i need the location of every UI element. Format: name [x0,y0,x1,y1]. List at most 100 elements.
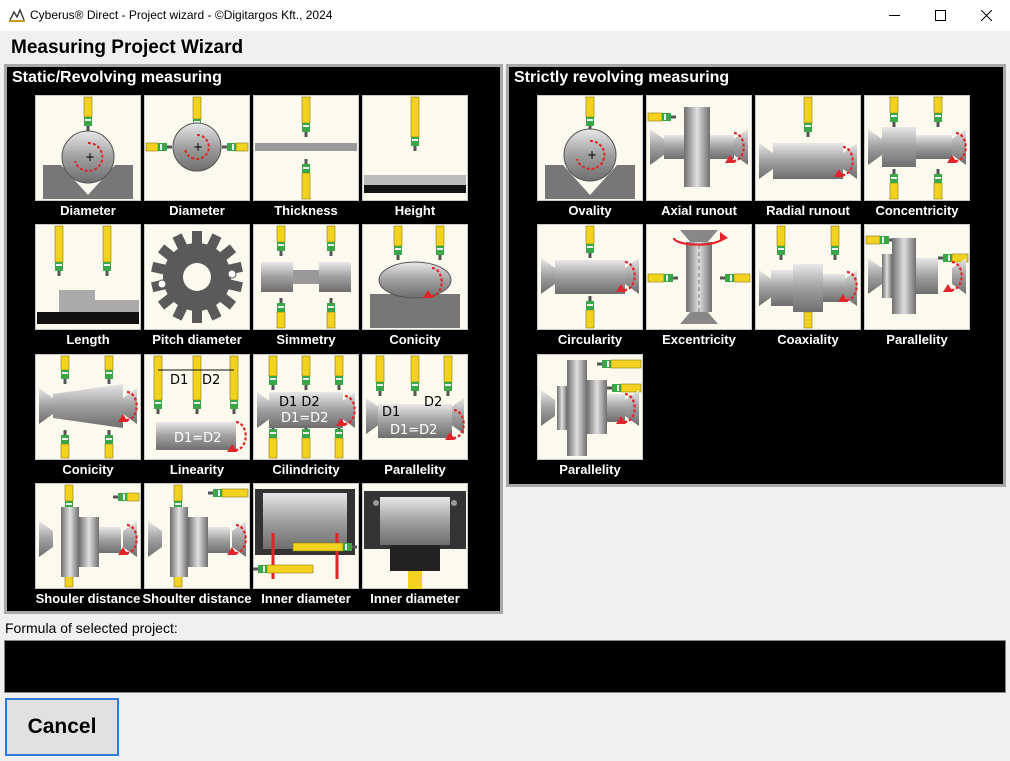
diameter-v-block-icon: + [35,95,141,201]
revolving-tile-parallelity[interactable]: Parallelity [537,354,643,479]
svg-text:D1=D2: D1=D2 [390,423,437,438]
inner-diameter-plug-icon [362,483,468,589]
ovality-icon: + [537,95,643,201]
axial-runout-icon [646,95,752,201]
static-tile-simmetry[interactable]: Simmetry [253,224,359,349]
static-tile-parallelity[interactable]: D1 D2 D1=D2 Parallelity [362,354,468,479]
tile-label: Radial runout [766,203,850,218]
cylindricity-icon: D1 D2D1=D2 [253,354,359,460]
revolving-tile-concentricity[interactable]: Concentricity [864,95,970,220]
tile-label: Pitch diameter [152,332,242,347]
shoulder-distance-left-icon [35,483,141,589]
revolving-tile-radial-runout[interactable]: Radial runout [755,95,861,220]
static-tile-pitch-diameter[interactable]: Pitch diameter [144,224,250,349]
title-bar: Cyberus® Direct - Project wizard - ©Digi… [0,0,1010,31]
tile-label: Ovality [568,203,612,218]
static-tile-linearity[interactable]: D1 D2 D1=D2 Linearity [144,354,250,479]
revolving-tile-parallelity[interactable]: Parallelity [864,224,970,349]
linearity-icon: D1 D2 D1=D2 [144,354,250,460]
static-revolving-panel: Static/Revolving measuring + Diameter + Dia… [4,64,503,614]
height-icon [362,95,468,201]
revolving-tile-ovality[interactable]: + Ovality [537,95,643,220]
static-tile-conicity[interactable]: Conicity [35,354,141,479]
static-tile-cilindricity[interactable]: D1 D2 D1=D2 Cilindricity [253,354,359,479]
gear-pitch-icon [144,224,250,330]
conicity-shaft-icon [35,354,141,460]
concentricity-icon [864,95,970,201]
close-button[interactable] [963,0,1009,31]
tile-label: Excentricity [662,332,736,347]
formula-field [4,640,1006,693]
tile-label: Diameter [60,203,116,218]
window-title: Cyberus® Direct - Project wizard - ©Digi… [30,8,333,22]
tile-label: Conicity [389,332,441,347]
conicity-v-block-icon [362,224,468,330]
tile-label: Height [394,203,436,218]
tile-label: Conicity [62,462,114,477]
svg-text:D2: D2 [424,395,442,410]
tile-label: Parallelity [886,332,948,347]
formula-label: Formula of selected project: [5,620,178,636]
diameter-two-probe-icon: + [144,95,250,201]
inner-diameter-bore-icon [253,483,359,589]
static-tile-conicity[interactable]: Conicity [362,224,468,349]
page-title: Measuring Project Wizard [11,37,244,58]
shoulder-distance-right-icon [144,483,250,589]
tile-label: Shoulter distance [142,591,252,606]
svg-text:D1=D2: D1=D2 [174,431,221,446]
circularity-icon [537,224,643,330]
static-panel-title: Static/Revolving measuring [12,69,222,86]
coaxiality-icon [755,224,861,330]
tile-label: Parallelity [559,462,621,477]
thickness-icon [253,95,359,201]
revolving-panel-title: Strictly revolving measuring [514,69,730,86]
tile-label: Thickness [274,203,338,218]
strictly-revolving-panel: Strictly revolving measuring + Ovality Axi… [506,64,1006,487]
svg-text:D1 D2: D1 D2 [279,395,320,410]
static-tile-inner-diameter[interactable]: Inner diameter [362,483,468,608]
svg-text:D1=D2: D1=D2 [281,411,328,426]
close-icon [980,10,992,21]
tile-label: Inner diameter [261,591,351,606]
static-tile-diameter[interactable]: + Diameter [35,95,141,220]
parallelity-d1-d2-icon: D1 D2 D1=D2 [362,354,468,460]
tile-label: Shouler distance [35,591,141,606]
tile-label: Coaxiality [777,332,839,347]
svg-text:+: + [587,148,597,162]
static-tile-height[interactable]: Height [362,95,468,220]
parallelity-flange-icon [864,224,970,330]
svg-text:D1: D1 [382,405,400,420]
revolving-tile-circularity[interactable]: Circularity [537,224,643,349]
length-step-icon [35,224,141,330]
tile-label: Concentricity [875,203,959,218]
maximize-icon [934,10,946,21]
revolving-tile-axial-runout[interactable]: Axial runout [646,95,752,220]
static-tile-shouler-distance[interactable]: Shouler distance [35,483,141,608]
tile-label: Diameter [169,203,225,218]
tile-label: Simmetry [276,332,336,347]
tile-label: Axial runout [661,203,737,218]
tile-label: Parallelity [384,462,446,477]
minimize-icon [888,15,900,16]
static-tile-diameter[interactable]: + Diameter [144,95,250,220]
static-tile-length[interactable]: Length [35,224,141,349]
app-logo-icon [9,8,25,22]
symmetry-icon [253,224,359,330]
static-tile-thickness[interactable]: Thickness [253,95,359,220]
svg-text:+: + [85,150,95,164]
revolving-tile-coaxiality[interactable]: Coaxiality [755,224,861,349]
minimize-button[interactable] [871,0,917,31]
cancel-button[interactable]: Cancel [5,698,119,756]
maximize-button[interactable] [917,0,963,31]
tile-label: Length [66,332,110,347]
svg-text:D2: D2 [202,373,220,388]
svg-text:D1: D1 [170,373,188,388]
radial-runout-icon [755,95,861,201]
parallelity-face-icon [537,354,643,460]
svg-text:+: + [193,140,203,154]
tile-label: Cilindricity [272,462,340,477]
static-tile-inner-diameter[interactable]: Inner diameter [253,483,359,608]
static-tile-shoulter-distance[interactable]: Shoulter distance [142,483,252,608]
tile-label: Inner diameter [370,591,460,606]
revolving-tile-excentricity[interactable]: Excentricity [646,224,752,349]
